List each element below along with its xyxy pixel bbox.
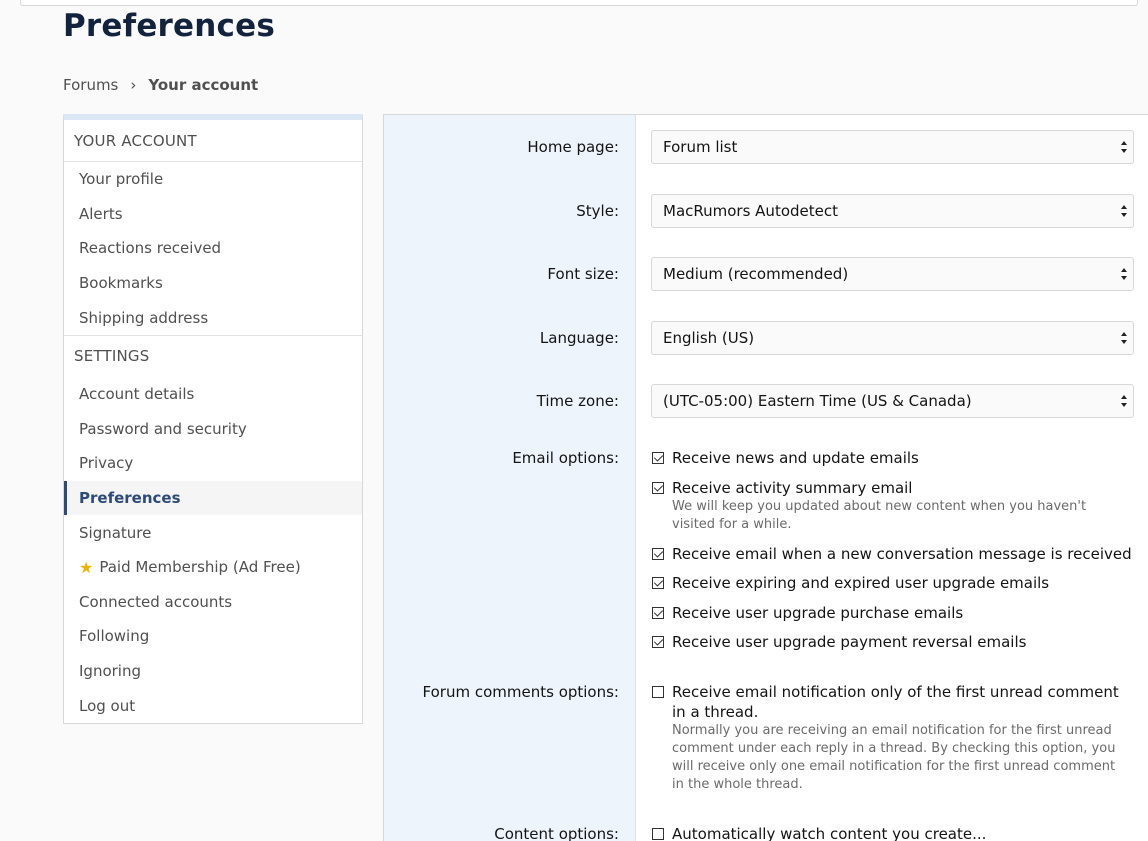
font-size-label: Font size: [547, 265, 619, 283]
select-arrows-icon [1121, 332, 1127, 344]
content-auto-watch-option[interactable]: Automatically watch content you create..… [652, 824, 986, 841]
sidebar-item-paid-membership[interactable]: ★ Paid Membership (Ad Free) [64, 550, 362, 585]
sidebar-item-connected-accounts[interactable]: Connected accounts [64, 585, 362, 620]
sidebar-item-shipping-address[interactable]: Shipping address [64, 300, 362, 335]
checkbox-checked[interactable] [652, 482, 664, 494]
chevron-right-icon: › [130, 76, 137, 94]
breadcrumb-your-account[interactable]: Your account [148, 76, 258, 94]
account-sidebar: YOUR ACCOUNT Your profile Alerts Reactio… [63, 114, 363, 724]
font-size-value: Medium (recommended) [663, 265, 849, 283]
font-size-select[interactable]: Medium (recommended) [651, 257, 1134, 291]
time-zone-value: (UTC-05:00) Eastern Time (US & Canada) [663, 392, 972, 410]
style-label: Style: [576, 202, 619, 220]
email-option-activity-summary[interactable]: Receive activity summary email We will k… [652, 478, 1122, 534]
select-arrows-icon [1121, 141, 1127, 153]
form-label-column [384, 115, 636, 841]
email-option-expiring-upgrade[interactable]: Receive expiring and expired user upgrad… [652, 573, 1049, 593]
sidebar-item-reactions-received[interactable]: Reactions received [64, 231, 362, 266]
sidebar-item-bookmarks[interactable]: Bookmarks [64, 266, 362, 301]
checkbox-checked[interactable] [652, 636, 664, 648]
forum-comments-first-unread-option[interactable]: Receive email notification only of the f… [652, 682, 1126, 794]
time-zone-label: Time zone: [536, 392, 619, 410]
sidebar-item-label: Paid Membership (Ad Free) [99, 558, 301, 577]
sidebar-item-alerts[interactable]: Alerts [64, 197, 362, 232]
content-options-label: Content options: [494, 825, 619, 841]
sidebar-item-password-and-security[interactable]: Password and security [64, 412, 362, 447]
home-page-value: Forum list [663, 138, 738, 156]
page-title: Preferences [63, 8, 275, 44]
browser-top-strip [20, 0, 1138, 6]
sidebar-item-your-profile[interactable]: Your profile [64, 162, 362, 197]
sidebar-item-preferences[interactable]: Preferences [64, 480, 362, 516]
style-value: MacRumors Autodetect [663, 202, 838, 220]
checkbox-checked[interactable] [652, 607, 664, 619]
home-page-label: Home page: [527, 138, 619, 156]
forum-comments-hint: Normally you are receiving an email noti… [672, 723, 1116, 792]
language-select[interactable]: English (US) [651, 321, 1134, 355]
language-label: Language: [539, 329, 619, 347]
forum-comments-options-label: Forum comments options: [422, 683, 619, 701]
home-page-select[interactable]: Forum list [651, 130, 1134, 164]
checkbox-unchecked[interactable] [652, 828, 664, 840]
email-option-upgrade-purchase[interactable]: Receive user upgrade purchase emails [652, 603, 963, 623]
select-arrows-icon [1121, 395, 1127, 407]
activity-summary-hint: We will keep you updated about new conte… [672, 499, 1087, 532]
sidebar-header-your-account: YOUR ACCOUNT [64, 120, 362, 162]
sidebar-item-ignoring[interactable]: Ignoring [64, 654, 362, 689]
checkbox-checked[interactable] [652, 548, 664, 560]
select-arrows-icon [1121, 268, 1127, 280]
email-options-label: Email options: [512, 449, 619, 467]
sidebar-item-account-details[interactable]: Account details [64, 377, 362, 412]
preferences-form: Home page: Forum list Style: MacRumors A… [383, 114, 1148, 841]
email-option-conversation[interactable]: Receive email when a new conversation me… [652, 544, 1132, 564]
star-icon: ★ [79, 557, 94, 577]
breadcrumb: Forums › Your account [63, 76, 258, 94]
checkbox-checked[interactable] [652, 452, 664, 464]
checkbox-checked[interactable] [652, 577, 664, 589]
breadcrumb-forums[interactable]: Forums [63, 76, 118, 94]
sidebar-item-signature[interactable]: Signature [64, 515, 362, 550]
language-value: English (US) [663, 329, 755, 347]
sidebar-item-following[interactable]: Following [64, 619, 362, 654]
email-option-payment-reversal[interactable]: Receive user upgrade payment reversal em… [652, 632, 1026, 652]
style-select[interactable]: MacRumors Autodetect [651, 194, 1134, 228]
sidebar-item-log-out[interactable]: Log out [64, 688, 362, 723]
select-arrows-icon [1121, 205, 1127, 217]
checkbox-unchecked[interactable] [652, 686, 664, 698]
time-zone-select[interactable]: (UTC-05:00) Eastern Time (US & Canada) [651, 384, 1134, 418]
sidebar-item-privacy[interactable]: Privacy [64, 446, 362, 481]
email-option-news[interactable]: Receive news and update emails [652, 448, 919, 468]
sidebar-header-settings: SETTINGS [64, 334, 362, 377]
